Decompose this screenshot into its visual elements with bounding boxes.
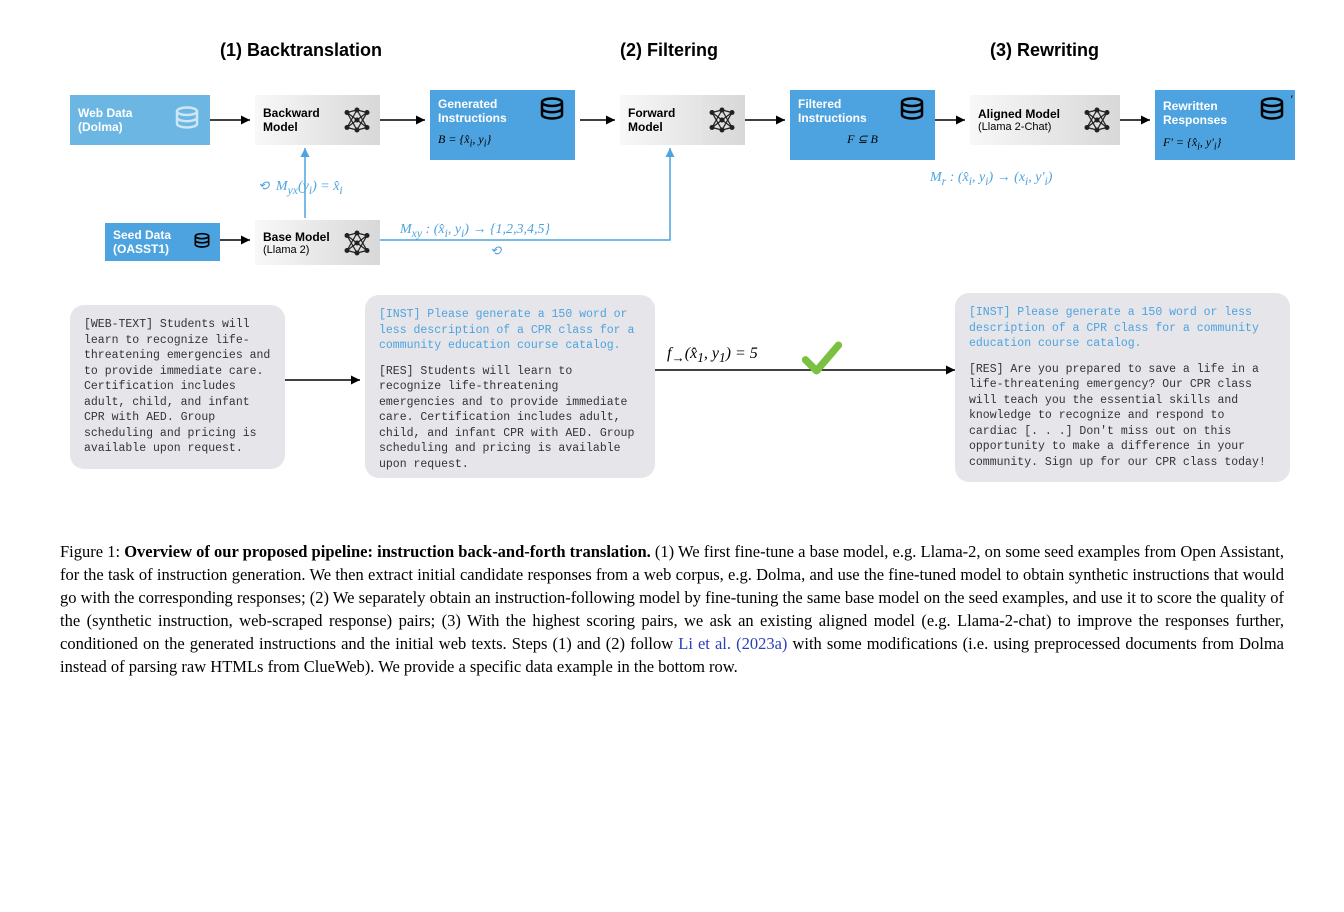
- example-rewritten: [INST] Please generate a 150 word or les…: [955, 293, 1290, 482]
- backward-model-box: Backward Model: [255, 95, 380, 145]
- web-data-label: Web Data (Dolma): [78, 106, 172, 134]
- nn-icon: [1082, 105, 1112, 135]
- web-data-box: Web Data (Dolma): [70, 95, 210, 145]
- mxy-math: Mxy : (x̂i, yi) → {1,2,3,4,5}: [400, 222, 550, 240]
- database-icon: [192, 232, 212, 252]
- forward-model-label: Forward Model: [628, 106, 707, 134]
- figure-number: Figure 1:: [60, 542, 124, 561]
- inst-2: [INST] Please generate a 150 word or les…: [969, 305, 1276, 352]
- filtered-instructions-box: Filtered Instructions F ⊆ B: [790, 90, 935, 160]
- pipeline-diagram: (1) Backtranslation (2) Filtering (3) Re…: [60, 40, 1284, 520]
- rewritten-label: Rewritten Responses: [1163, 99, 1257, 127]
- backward-model-label: Backward Model: [263, 106, 342, 134]
- cycle-icon: ⟲: [490, 243, 501, 259]
- database-icon: [1257, 96, 1287, 126]
- webtext-content: [WEB-TEXT] Students will learn to recogn…: [84, 318, 270, 455]
- stage-1-label: (1) Backtranslation: [220, 40, 382, 61]
- aligned-label-2: (Llama 2-Chat): [978, 121, 1060, 133]
- myx-math: ⟲ Myx(yi) = x̂i: [258, 178, 343, 197]
- base-model-label-1: Base Model: [263, 230, 330, 244]
- res-2: [RES] Are you prepared to save a life in…: [969, 362, 1276, 471]
- filtered-label: Filtered Instructions: [798, 97, 897, 125]
- caption-title: Overview of our proposed pipeline: instr…: [124, 542, 651, 561]
- example-generated: [INST] Please generate a 150 word or les…: [365, 295, 655, 478]
- nn-icon: [342, 228, 372, 258]
- generated-instructions-box: Generated Instructions B = {x̂i, yi}: [430, 90, 575, 160]
- database-icon: [897, 96, 927, 126]
- mr-math: Mr : (x̂i, yi) → (xi, y'i): [930, 170, 1052, 188]
- f-subset-math: F ⊆ B: [798, 132, 927, 147]
- b-set-math: B = {x̂i, yi}: [438, 132, 491, 149]
- seed-data-box: Seed Data (OASST1): [105, 223, 220, 261]
- stage-2-label: (2) Filtering: [620, 40, 718, 61]
- generated-label: Generated Instructions: [438, 97, 537, 125]
- seed-data-label: Seed Data (OASST1): [113, 228, 192, 256]
- rewritten-responses-box: Rewritten Responses ' F' = {x̂i, y'i}: [1155, 90, 1295, 160]
- citation-link[interactable]: Li et al. (2023a): [678, 634, 787, 653]
- nn-icon: [707, 105, 737, 135]
- figure-caption: Figure 1: Overview of our proposed pipel…: [60, 540, 1284, 679]
- aligned-label-1: Aligned Model: [978, 107, 1060, 121]
- example-webtext: [WEB-TEXT] Students will learn to recogn…: [70, 305, 285, 469]
- database-icon: [537, 96, 567, 126]
- stage-3-label: (3) Rewriting: [990, 40, 1099, 61]
- check-icon: [800, 336, 844, 380]
- database-icon: [172, 105, 202, 135]
- inst-1: [INST] Please generate a 150 word or les…: [379, 307, 641, 354]
- forward-model-box: Forward Model: [620, 95, 745, 145]
- base-model-box: Base Model (Llama 2): [255, 220, 380, 265]
- res-1: [RES] Students will learn to recognize l…: [379, 364, 641, 473]
- aligned-model-box: Aligned Model (Llama 2-Chat): [970, 95, 1120, 145]
- base-model-label-2: (Llama 2): [263, 244, 330, 256]
- score-math: f→(x̂1, y1) = 5: [667, 345, 758, 366]
- nn-icon: [342, 105, 372, 135]
- fprime-math: F' = {x̂i, y'i}: [1163, 135, 1221, 152]
